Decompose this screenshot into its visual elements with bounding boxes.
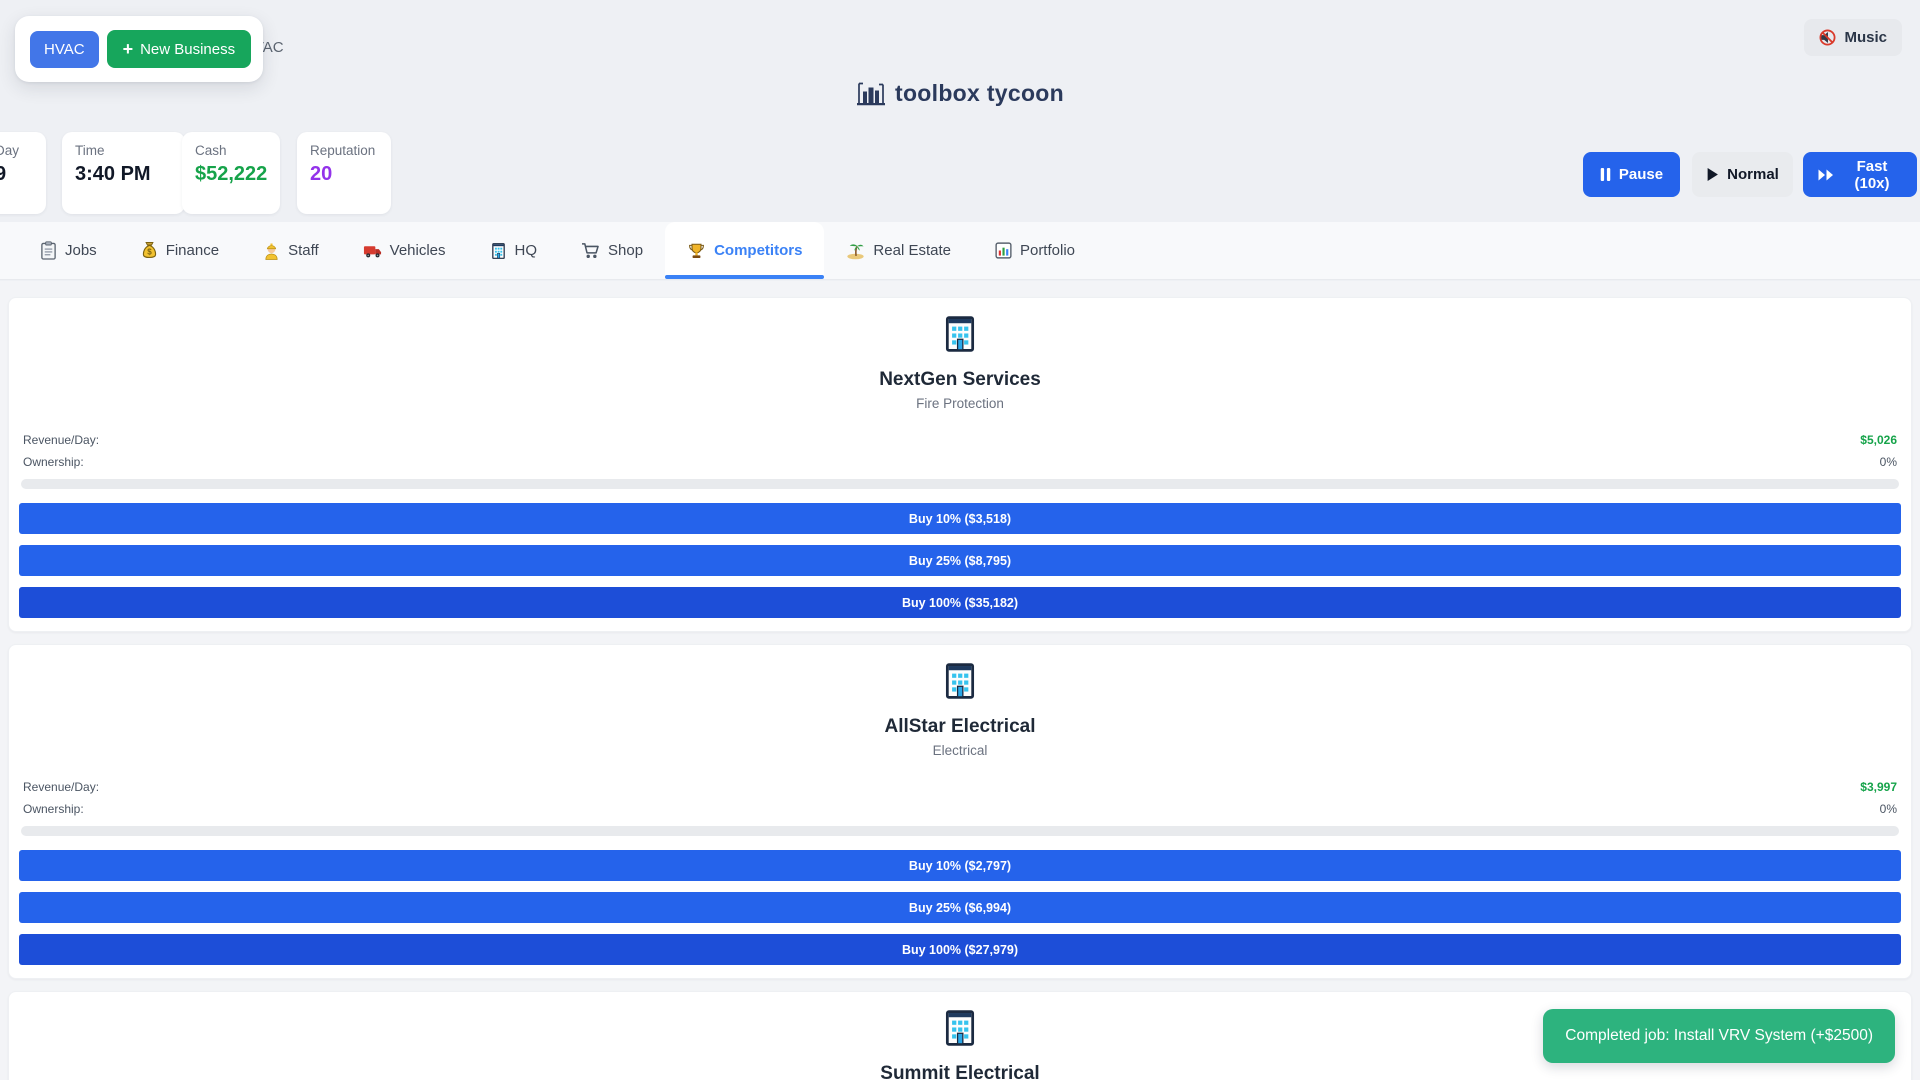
ownership-progress-bar xyxy=(21,826,1899,836)
normal-speed-button[interactable]: Normal xyxy=(1692,152,1793,197)
tab-portfolio[interactable]: Portfolio xyxy=(973,222,1097,279)
competitor-card: AllStar Electrical Electrical Revenue/Day:… xyxy=(8,644,1912,979)
competitor-industry: Electrical xyxy=(9,743,1911,758)
ownership-label: Ownership: xyxy=(23,802,84,816)
pause-speed-button[interactable]: Pause xyxy=(1583,152,1680,197)
moneybag-icon: $ xyxy=(141,241,158,260)
stat-label: Reputation xyxy=(310,143,378,158)
revenue-row: Revenue/Day: $5,026 xyxy=(9,433,1911,447)
buy-25-button[interactable]: Buy 25% ($8,795) xyxy=(19,545,1901,576)
svg-text:$: $ xyxy=(147,248,152,257)
tab-label: HQ xyxy=(515,242,538,259)
tab-label: Jobs xyxy=(65,242,97,259)
ownership-row: Ownership: 0% xyxy=(9,802,1911,816)
business-switcher-panel: HVAC + New Business xyxy=(15,16,263,82)
tab-shop[interactable]: Shop xyxy=(559,222,665,279)
tab-label: Finance xyxy=(166,242,219,259)
competitors-panel: NextGen Services Fire Protection Revenue/D… xyxy=(0,281,1920,1080)
tab-real-estate[interactable]: Real Estate xyxy=(824,222,973,279)
stat-value: 9 xyxy=(0,163,33,186)
buy-100-button[interactable]: Buy 100% ($35,182) xyxy=(19,587,1901,618)
play-icon xyxy=(1706,168,1719,181)
tab-vehicles[interactable]: Vehicles xyxy=(341,222,468,279)
speed-button-label: Pause xyxy=(1619,166,1663,183)
buy-100-button[interactable]: Buy 100% ($27,979) xyxy=(19,934,1901,965)
stat-value: 20 xyxy=(310,163,378,186)
fast-speed-button[interactable]: Fast (10x) xyxy=(1803,152,1917,197)
competitor-name: Summit Electrical xyxy=(9,1063,1911,1080)
current-business-button[interactable]: HVAC xyxy=(30,31,99,68)
ownership-row: Ownership: 0% xyxy=(9,455,1911,469)
music-label: Music xyxy=(1844,29,1887,46)
stat-card-time: Time 3:40 PM xyxy=(62,132,185,214)
speed-button-label: Fast (10x) xyxy=(1842,158,1902,192)
tab-competitors[interactable]: Competitors xyxy=(665,222,824,279)
building-large-icon xyxy=(941,314,979,354)
trophy-icon xyxy=(687,242,706,260)
stat-card-reputation: Reputation 20 xyxy=(297,132,391,214)
stat-label: Day xyxy=(0,143,33,158)
new-business-button[interactable]: + New Business xyxy=(107,30,252,68)
building-large-icon xyxy=(941,661,979,701)
competitor-card: NextGen Services Fire Protection Revenue/D… xyxy=(8,297,1912,632)
tab-hq[interactable]: HQ xyxy=(468,222,560,279)
stat-value: 3:40 PM xyxy=(75,163,172,186)
truck-icon xyxy=(363,243,382,259)
job-completed-toast: Completed job: Install VRV System (+$250… xyxy=(1543,1009,1895,1063)
stat-card-cash: Cash $52,222 xyxy=(182,132,280,214)
plus-icon: + xyxy=(123,40,134,58)
stat-label: Cash xyxy=(195,143,267,158)
island-icon xyxy=(846,242,865,260)
tab-label: Shop xyxy=(608,242,643,259)
buy-25-button[interactable]: Buy 25% ($6,994) xyxy=(19,892,1901,923)
building-large-icon xyxy=(941,1008,979,1048)
buy-10-button[interactable]: Buy 10% ($3,518) xyxy=(19,503,1901,534)
music-toggle-button[interactable]: Music xyxy=(1804,19,1902,56)
muted-speaker-icon xyxy=(1819,29,1836,46)
ownership-value: 0% xyxy=(1880,455,1897,469)
competitor-name: AllStar Electrical xyxy=(9,716,1911,738)
tab-label: Portfolio xyxy=(1020,242,1075,259)
competitor-name: NextGen Services xyxy=(9,369,1911,391)
revenue-label: Revenue/Day: xyxy=(23,780,99,794)
revenue-label: Revenue/Day: xyxy=(23,433,99,447)
ownership-value: 0% xyxy=(1880,802,1897,816)
cart-icon xyxy=(581,242,600,259)
construction-crane-icon xyxy=(856,81,886,106)
stat-label: Time xyxy=(75,143,172,158)
tab-label: Real Estate xyxy=(873,242,951,259)
tab-jobs[interactable]: Jobs xyxy=(18,222,119,279)
stat-card-day: Day 9 xyxy=(0,132,46,214)
new-business-label: New Business xyxy=(140,41,235,58)
tab-staff[interactable]: Staff xyxy=(241,222,341,279)
competitor-industry: Fire Protection xyxy=(9,396,1911,411)
clipboard-icon xyxy=(40,241,57,260)
revenue-value: $3,997 xyxy=(1860,780,1897,794)
fast-icon xyxy=(1818,169,1834,181)
speed-button-label: Normal xyxy=(1727,166,1779,183)
worker-icon xyxy=(263,241,280,260)
tab-finance[interactable]: $ Finance xyxy=(119,222,241,279)
tab-label: Vehicles xyxy=(390,242,446,259)
pause-icon xyxy=(1600,168,1611,181)
buy-10-button[interactable]: Buy 10% ($2,797) xyxy=(19,850,1901,881)
tab-label: Competitors xyxy=(714,242,802,259)
building-icon xyxy=(490,242,507,260)
main-tab-bar: Jobs $ Finance Staff Vehicles HQ Shop Competito… xyxy=(0,222,1920,280)
ownership-progress-bar xyxy=(21,479,1899,489)
revenue-value: $5,026 xyxy=(1860,433,1897,447)
stat-value: $52,222 xyxy=(195,163,267,186)
app-header: toolbox tycoon xyxy=(0,80,1920,107)
page-title: toolbox tycoon xyxy=(895,80,1064,107)
ownership-label: Ownership: xyxy=(23,455,84,469)
tab-label: Staff xyxy=(288,242,319,259)
revenue-row: Revenue/Day: $3,997 xyxy=(9,780,1911,794)
chart-icon xyxy=(995,242,1012,259)
